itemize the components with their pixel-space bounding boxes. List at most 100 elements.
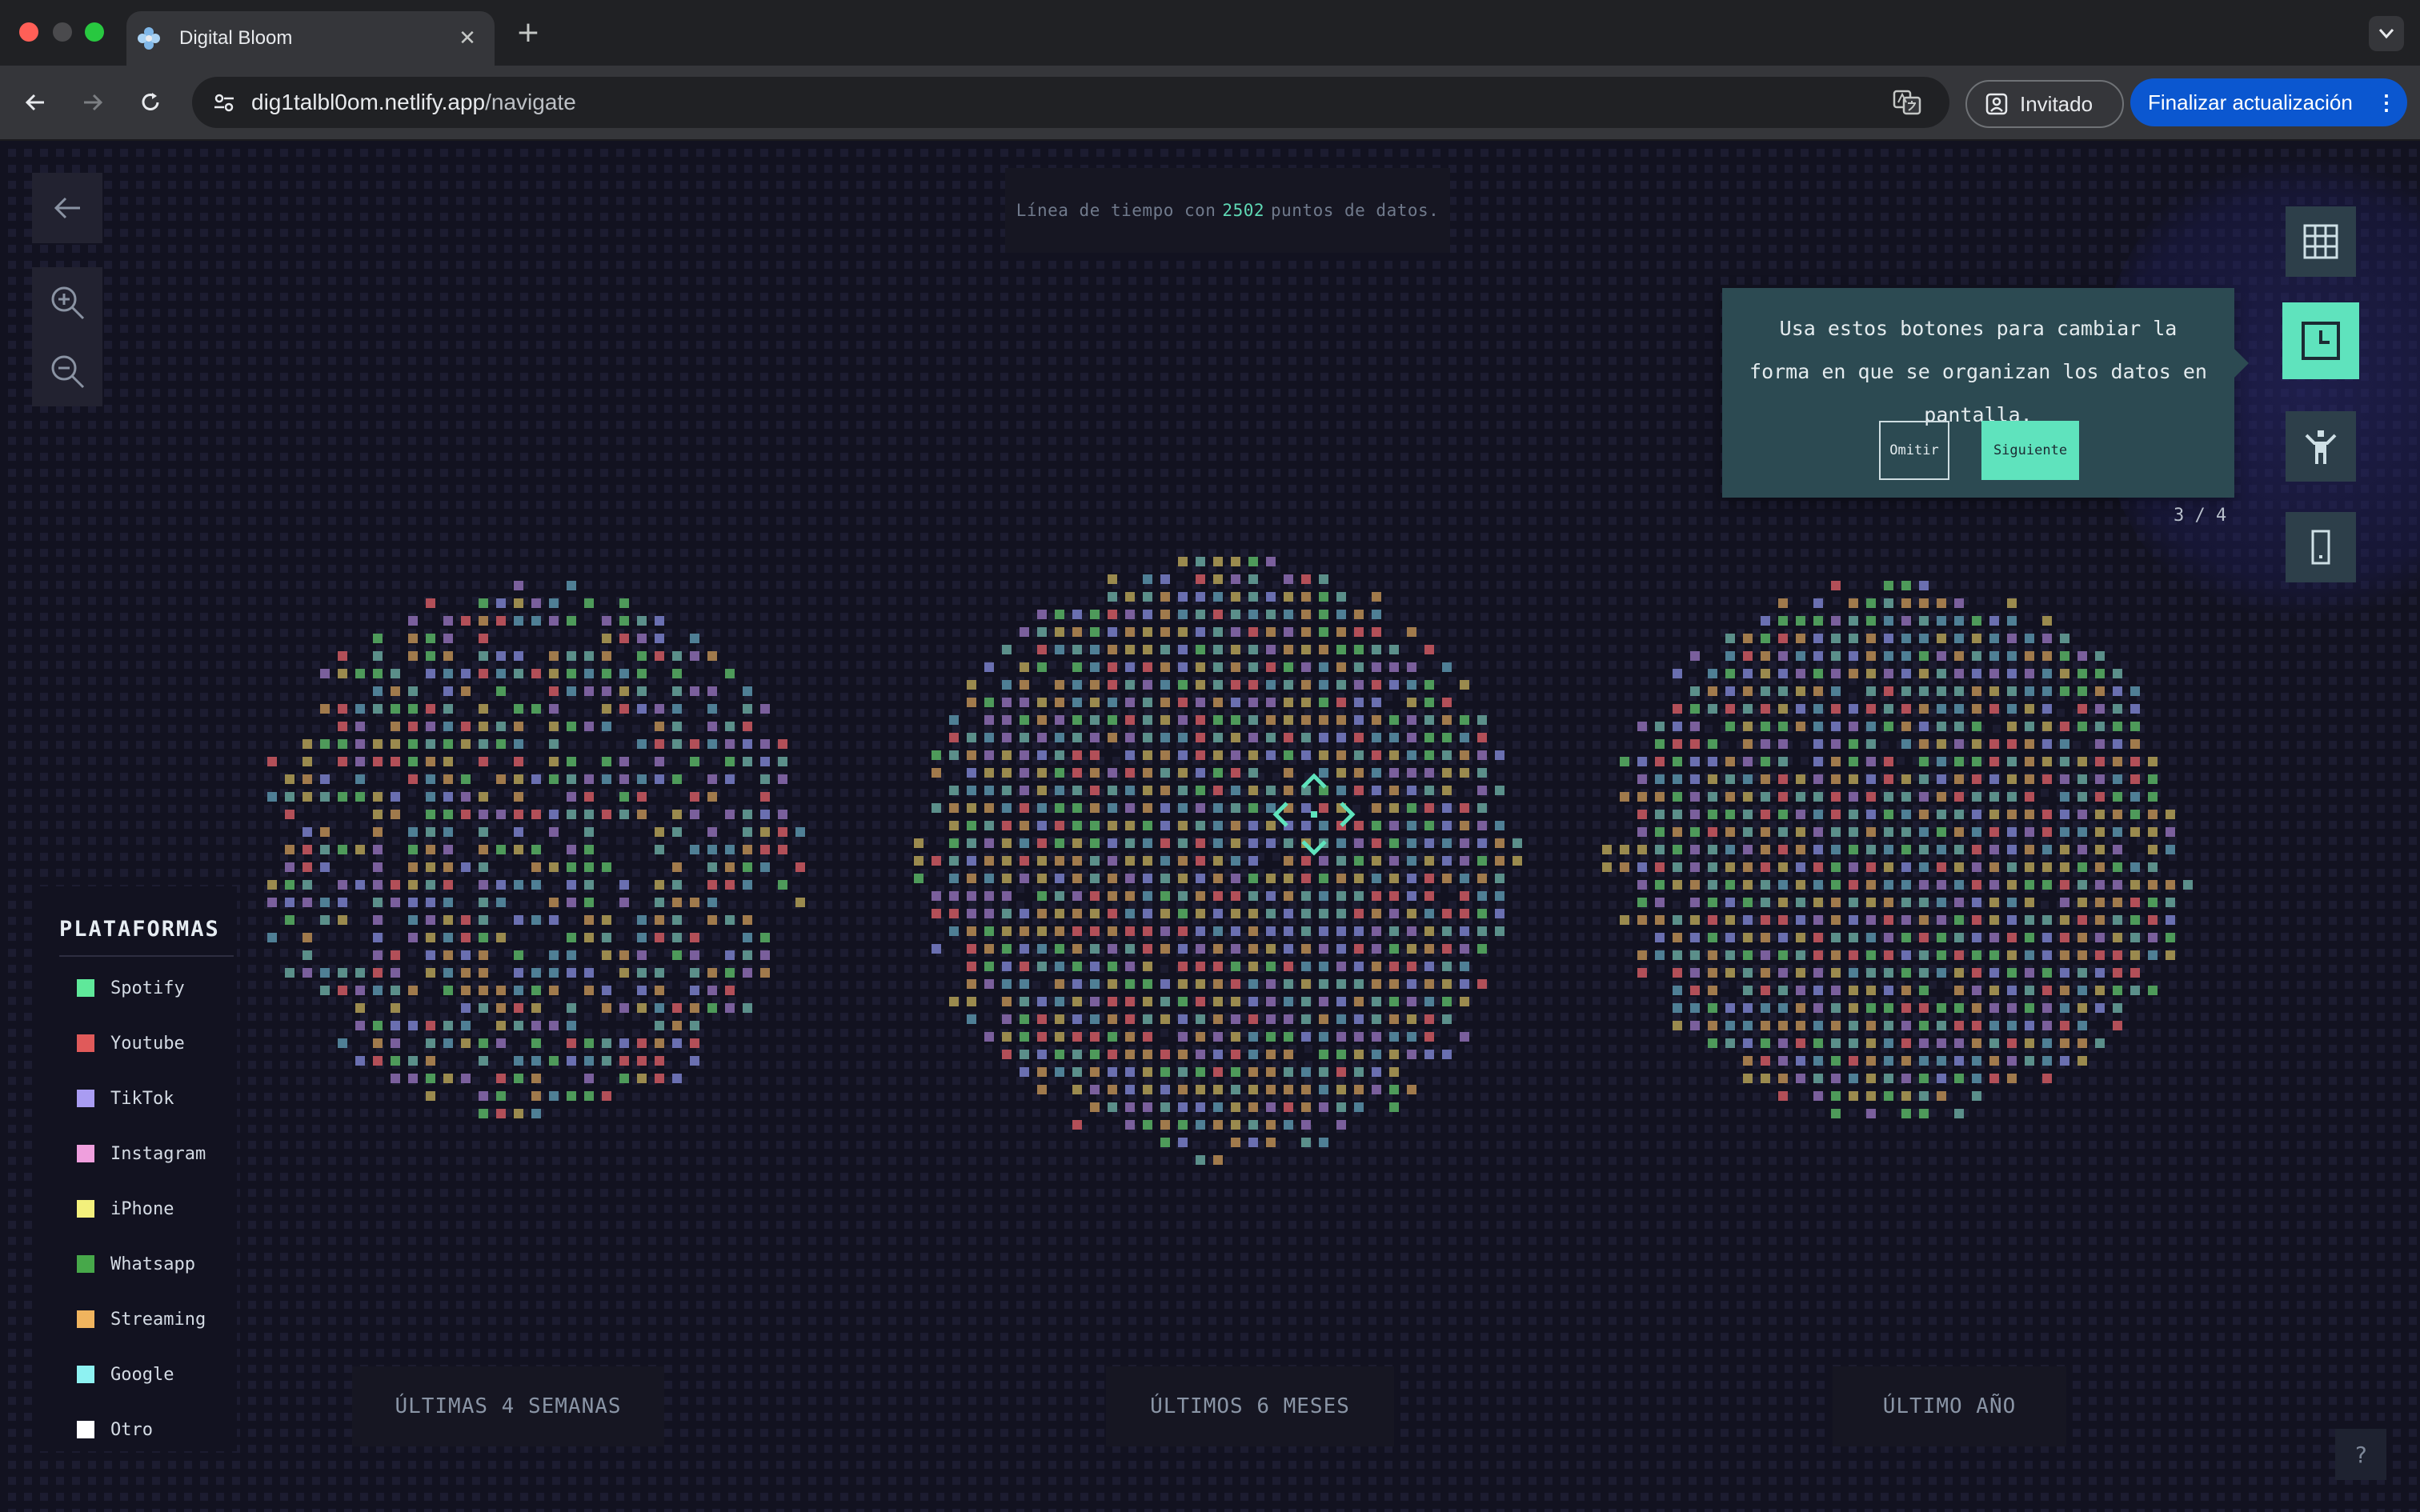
data-dot: [1407, 733, 1416, 742]
data-dot: [567, 1091, 576, 1101]
data-dot: [1866, 880, 1876, 890]
legend-item[interactable]: Whatsapp: [77, 1252, 195, 1276]
tab-search-button[interactable]: [2369, 16, 2404, 51]
legend-item[interactable]: Youtube: [77, 1031, 185, 1055]
close-icon[interactable]: ✕: [451, 22, 483, 54]
forward-button[interactable]: [74, 83, 112, 122]
pan-icon[interactable]: [1271, 771, 1357, 858]
zoom-out-button[interactable]: [32, 336, 102, 406]
person-view-button[interactable]: [2286, 411, 2356, 482]
data-dot: [1372, 874, 1381, 883]
data-dot: [1160, 715, 1170, 725]
site-settings-icon[interactable]: [210, 88, 238, 117]
data-dot: [514, 722, 523, 731]
data-dot: [1160, 1138, 1170, 1147]
legend-item[interactable]: TikTok: [77, 1086, 174, 1110]
data-dot: [1442, 662, 1452, 672]
more-icon[interactable]: ⋮: [2374, 90, 2399, 115]
data-dot: [355, 880, 365, 890]
data-dot: [1919, 1074, 1929, 1083]
data-dot: [1160, 997, 1170, 1006]
reload-button[interactable]: [131, 83, 170, 122]
data-dot: [1884, 1003, 1893, 1013]
update-button[interactable]: Finalizar actualización ⋮: [2130, 78, 2407, 126]
data-dot: [443, 1038, 453, 1048]
data-dot: [1072, 1067, 1082, 1077]
timeline-view-button[interactable]: [2282, 302, 2359, 379]
visualization-canvas[interactable]: Línea de tiempo con 2502 puntos de datos…: [0, 141, 2420, 1512]
data-dot: [1673, 950, 1682, 960]
legend-item[interactable]: Streaming: [77, 1307, 206, 1331]
data-dot: [1266, 926, 1276, 936]
legend-item[interactable]: iPhone: [77, 1197, 174, 1221]
cluster-last-4-weeks[interactable]: [232, 493, 824, 1213]
data-dot: [496, 651, 506, 661]
help-button[interactable]: ?: [2335, 1429, 2386, 1480]
data-dot: [1020, 909, 1029, 918]
data-dot: [1831, 915, 1841, 925]
data-dot: [1813, 1074, 1823, 1083]
data-dot: [1354, 610, 1364, 619]
data-dot: [672, 898, 682, 907]
legend-item[interactable]: Otro: [77, 1418, 153, 1442]
data-dot: [2007, 774, 2017, 784]
data-dot: [1213, 962, 1223, 971]
data-dot: [1372, 786, 1381, 795]
legend-item[interactable]: Instagram: [77, 1142, 206, 1166]
data-dot: [2113, 704, 2122, 714]
data-dot: [2025, 722, 2034, 731]
data-dot: [443, 968, 453, 978]
new-tab-button[interactable]: +: [511, 14, 546, 50]
data-dot: [1196, 838, 1205, 848]
skip-button[interactable]: Omitir: [1879, 421, 1949, 480]
data-dot: [408, 933, 418, 942]
data-dot: [1231, 1050, 1240, 1059]
translate-icon[interactable]: [1887, 82, 1927, 122]
data-dot: [531, 598, 541, 608]
data-dot: [1637, 880, 1647, 890]
data-dot: [1072, 733, 1082, 742]
data-dot: [2166, 933, 2175, 942]
maximize-window-button[interactable]: [85, 22, 104, 42]
data-dot: [1090, 979, 1100, 989]
legend-item[interactable]: Google: [77, 1362, 174, 1386]
browser-tab[interactable]: Digital Bloom ✕: [126, 11, 495, 66]
data-dot: [1002, 645, 1012, 654]
data-dot: [1213, 909, 1223, 918]
data-dot: [1725, 757, 1735, 766]
data-dot: [1336, 698, 1346, 707]
back-arrow-button[interactable]: [32, 173, 102, 243]
phone-view-button[interactable]: [2286, 512, 2356, 582]
data-dot: [1231, 698, 1240, 707]
legend-label: Otro: [110, 1419, 153, 1440]
grid-view-button[interactable]: [2286, 206, 2356, 277]
cluster-last-6-months[interactable]: [896, 469, 1537, 1237]
back-control[interactable]: [32, 173, 102, 243]
data-dot: [1919, 739, 1929, 749]
legend-item[interactable]: Spotify: [77, 976, 185, 1000]
data-dot: [1460, 838, 1469, 848]
data-dot: [655, 880, 664, 890]
back-button[interactable]: [16, 83, 54, 122]
data-dot: [338, 986, 347, 995]
close-window-button[interactable]: [19, 22, 38, 42]
address-bar[interactable]: dig1talbl0om.netlify.app/navigate: [192, 77, 1949, 128]
data-dot: [1108, 962, 1117, 971]
data-dot: [1055, 821, 1064, 830]
data-dot: [1442, 768, 1452, 778]
data-dot: [602, 986, 611, 995]
zoom-in-button[interactable]: [32, 267, 102, 338]
data-dot: [373, 862, 383, 872]
data-dot: [1989, 669, 1999, 678]
data-dot: [267, 880, 277, 890]
arrow-right-icon: [84, 94, 103, 111]
data-dot: [760, 739, 770, 749]
data-dot: [1213, 750, 1223, 760]
minimize-window-button[interactable]: [53, 22, 72, 42]
data-dot: [1037, 786, 1047, 795]
cluster-last-year[interactable]: [1585, 493, 2209, 1213]
next-button[interactable]: Siguiente: [1981, 421, 2079, 480]
data-dot: [2042, 669, 2052, 678]
profile-button[interactable]: Invitado: [1965, 80, 2124, 128]
data-dot: [584, 1038, 594, 1048]
